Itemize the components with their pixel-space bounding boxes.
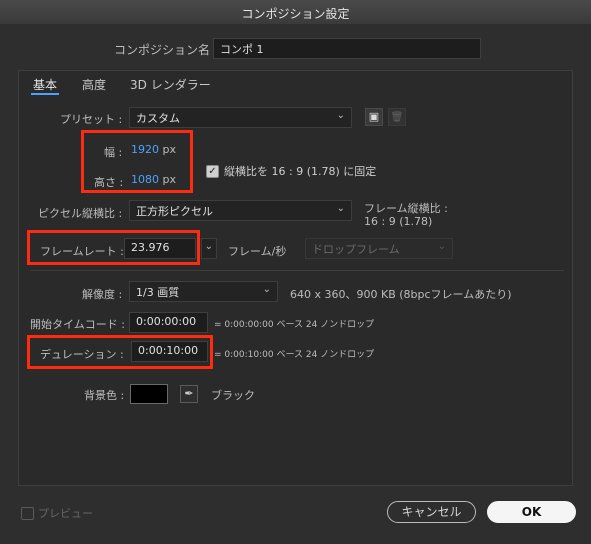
preview-control[interactable]: プレビュー <box>21 505 93 521</box>
highlight-box-dimensions <box>81 130 193 193</box>
resolution-info: 640 x 360、900 KB (8bpcフレームあたり) <box>290 288 512 301</box>
drop-frame-value: ドロップフレーム <box>312 243 400 256</box>
tab-advanced[interactable]: 高度 <box>82 76 106 93</box>
eyedropper-icon: ✒ <box>184 387 194 400</box>
composition-name-label: コンポジション名 : <box>114 43 218 57</box>
frame-rate-dropdown[interactable]: ⌄ <box>201 238 217 259</box>
frame-rate-unit: フレーム/秒 <box>228 245 287 258</box>
start-timecode-label: 開始タイムコード : <box>30 318 125 331</box>
eyedropper-button[interactable]: ✒ <box>180 385 198 403</box>
start-timecode-input[interactable]: 0:00:00:00 <box>129 312 208 333</box>
highlight-box-frame-rate <box>27 230 200 265</box>
preview-checkbox[interactable] <box>21 506 34 520</box>
delete-preset-button[interactable]: 🗑 <box>388 108 406 126</box>
trash-icon: 🗑 <box>390 112 404 123</box>
pixel-aspect-dropdown[interactable]: 正方形ピクセル ⌄ <box>129 200 352 221</box>
ok-button[interactable]: OK <box>487 501 576 523</box>
background-color-name: ブラック <box>211 389 255 402</box>
preset-dropdown[interactable]: カスタム ⌄ <box>129 107 352 128</box>
background-color-label: 背景色 : <box>84 389 125 402</box>
window-title: コンポジション設定 <box>241 7 350 21</box>
resolution-value: 1/3 画質 <box>136 286 180 299</box>
save-preset-button[interactable]: ▣ <box>365 108 383 126</box>
tab-3d-renderer[interactable]: 3D レンダラー <box>130 76 211 93</box>
cancel-button[interactable]: キャンセル <box>387 501 476 523</box>
start-timecode-value: 0:00:00:00 <box>136 315 197 328</box>
chevron-down-icon: ⌄ <box>262 284 271 295</box>
lock-aspect-label: 縦横比を 16 : 9 (1.78) に固定 <box>224 165 377 178</box>
chevron-down-icon: ⌄ <box>204 241 213 252</box>
active-tab-indicator <box>31 93 59 95</box>
preview-label: プレビュー <box>38 507 93 520</box>
drop-frame-dropdown[interactable]: ドロップフレーム ⌄ <box>305 238 453 259</box>
frame-aspect-label: フレーム縦横比 : <box>364 202 448 215</box>
tab-basic[interactable]: 基本 <box>33 76 57 93</box>
pixel-aspect-label: ピクセル縦横比 : <box>38 207 123 220</box>
lock-aspect-checkbox[interactable]: ✓ <box>206 164 219 178</box>
resolution-dropdown[interactable]: 1/3 画質 ⌄ <box>129 281 278 302</box>
divider <box>30 270 564 271</box>
save-preset-icon: ▣ <box>368 110 380 123</box>
lock-aspect-control[interactable]: ✓ 縦横比を 16 : 9 (1.78) に固定 <box>206 163 376 179</box>
duration-info: = 0:00:10:00 ベース 24 ノンドロップ <box>214 350 375 360</box>
title-bar: コンポジション設定 <box>0 0 591 25</box>
pixel-aspect-value: 正方形ピクセル <box>136 205 213 218</box>
chevron-down-icon: ⌄ <box>336 203 345 214</box>
chevron-down-icon: ⌄ <box>336 110 345 121</box>
composition-name-value: コンポ 1 <box>220 43 264 56</box>
preset-value: カスタム <box>136 112 180 125</box>
resolution-label: 解像度 : <box>82 288 123 301</box>
chevron-down-icon: ⌄ <box>437 241 446 252</box>
highlight-box-duration <box>27 335 213 369</box>
preset-label: プリセット : <box>60 113 123 126</box>
composition-name-input[interactable]: コンポ 1 <box>213 38 481 59</box>
background-color-swatch[interactable] <box>130 384 168 404</box>
start-timecode-info: = 0:00:00:00 ベース 24 ノンドロップ <box>214 320 375 330</box>
frame-aspect-value: 16 : 9 (1.78) <box>364 215 433 228</box>
